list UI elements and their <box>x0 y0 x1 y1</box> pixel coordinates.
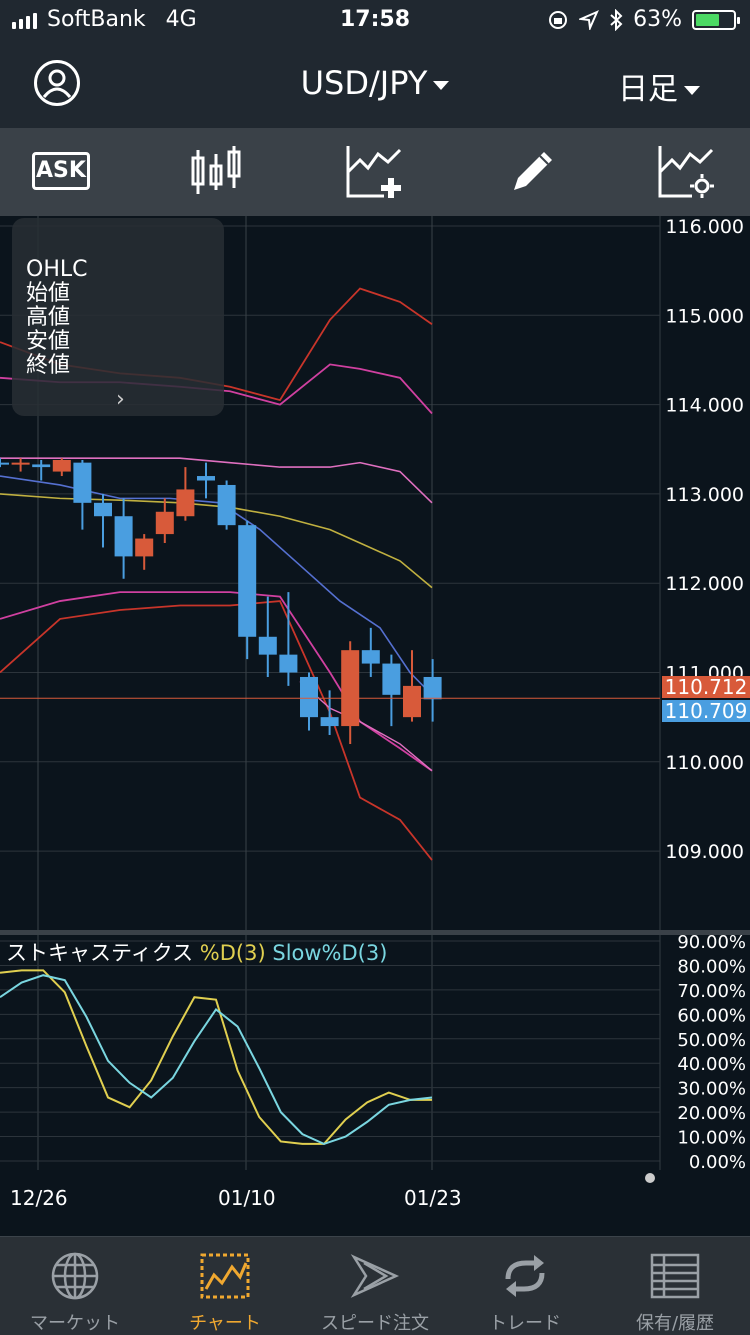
stochastic-slowd-label: Slow%D(3) <box>272 941 388 965</box>
chevron-right-icon: › <box>116 387 125 412</box>
y-tick-label: 113.000 <box>665 484 744 506</box>
tab-speed-order[interactable]: スピード注文 <box>300 1237 450 1335</box>
tab-label: 保有/履歴 <box>635 1313 715 1334</box>
battery-percent: 63% <box>633 7 682 32</box>
stochastic-y-tick-label: 60.00% <box>677 1005 746 1026</box>
candlestick-icon <box>191 146 241 194</box>
rotation-lock-icon <box>549 10 568 29</box>
y-tick-label: 109.000 <box>665 841 744 863</box>
location-icon <box>579 9 600 30</box>
chevron-down-icon <box>684 86 700 95</box>
x-tick-label: 01/23 <box>404 1186 462 1210</box>
page-indicator-dot <box>645 1173 655 1183</box>
tab-chart[interactable]: チャート <box>150 1237 300 1335</box>
stochastic-y-tick-label: 50.00% <box>677 1030 746 1051</box>
indicator-settings-button[interactable] <box>656 144 716 200</box>
candle-body <box>423 676 442 700</box>
stochastic-y-tick-label: 10.00% <box>677 1128 746 1149</box>
ohlc-low-label: 安値 <box>26 329 71 354</box>
speed-icon <box>350 1254 400 1298</box>
status-bar: SoftBank 4G 17:58 63% <box>0 0 750 40</box>
panel-divider <box>0 930 750 935</box>
chevron-down-icon <box>433 80 450 90</box>
tab-label: トレード <box>489 1313 561 1334</box>
stochastic-y-tick-label: 40.00% <box>677 1054 746 1075</box>
x-tick-label: 01/10 <box>218 1186 276 1210</box>
stochastic-legend: ストキャスティクス %D(3) Slow%D(3) <box>6 937 387 967</box>
battery-icon <box>692 9 740 30</box>
globe-icon <box>51 1252 99 1300</box>
chart-icon <box>200 1253 250 1299</box>
candle-body <box>176 489 195 517</box>
candle-body <box>32 464 51 468</box>
tab-label: スピード注文 <box>321 1313 429 1334</box>
add-indicator-icon <box>346 146 402 198</box>
add-indicator-button[interactable] <box>344 144 404 200</box>
candle-body <box>279 654 298 673</box>
tab-bar: マーケット チャート スピード注文 トレード 保有/履歴 <box>0 1236 750 1335</box>
tab-label: マーケット <box>30 1313 120 1334</box>
candle-body <box>114 516 133 557</box>
candle-body <box>341 650 360 727</box>
candle-body <box>217 484 236 526</box>
y-tick-label: 114.000 <box>665 395 744 417</box>
candle-body <box>382 663 401 695</box>
candle-body <box>238 525 257 637</box>
candle-body <box>11 462 30 465</box>
candle-body <box>197 476 215 481</box>
candle-body <box>361 650 380 664</box>
candle-body <box>320 717 339 727</box>
candle-body <box>73 462 92 503</box>
stochastic-y-tick-label: 70.00% <box>677 981 746 1002</box>
period-selector[interactable]: 日足 <box>618 64 700 108</box>
stochastic-d-line <box>0 969 432 1145</box>
stochastic-title: ストキャスティクス <box>6 941 194 965</box>
ask-price-tag: 110.709 <box>662 700 750 722</box>
ohlc-title: OHLC <box>26 257 88 282</box>
candle-body <box>135 538 154 557</box>
indicator-settings-icon <box>658 146 714 198</box>
y-tick-label: 116.000 <box>665 216 744 238</box>
chart-type-button[interactable] <box>186 144 246 200</box>
candle-body <box>0 462 9 465</box>
tab-positions-history[interactable]: 保有/履歴 <box>600 1237 750 1335</box>
ohlc-close-label: 終値 <box>26 353 71 378</box>
draw-tool-button[interactable] <box>504 144 564 200</box>
chart-toolbar: ASK <box>0 128 750 216</box>
tab-market[interactable]: マーケット <box>0 1237 150 1335</box>
pencil-icon <box>514 152 552 190</box>
stochastic-y-tick-label: 20.00% <box>677 1103 746 1124</box>
stochastic-y-tick-label: 30.00% <box>677 1079 746 1100</box>
stochastic-d-label: %D(3) <box>199 941 266 965</box>
y-tick-label: 112.000 <box>665 573 744 595</box>
candle-body <box>52 459 71 472</box>
y-tick-label: 115.000 <box>665 305 744 327</box>
candle-body <box>258 636 277 655</box>
stochastic-y-tick-label: 0.00% <box>689 1152 746 1173</box>
app-header: USD/JPY 日足 <box>0 40 750 128</box>
candle-body <box>403 685 421 718</box>
y-tick-label: 110.000 <box>665 752 744 774</box>
currency-pair-label: USD/JPY <box>300 64 428 102</box>
ohlc-high-label: 高値 <box>26 305 71 330</box>
stochastic-y-tick-label: 90.00% <box>677 932 746 953</box>
list-icon <box>650 1253 700 1299</box>
bluetooth-icon <box>610 8 623 31</box>
ohlc-panel[interactable]: OHLC 始値 高値 安値 終値 › <box>12 218 224 416</box>
tab-trade[interactable]: トレード <box>450 1237 600 1335</box>
candle-body <box>94 502 112 517</box>
trade-icon <box>505 1255 545 1297</box>
x-tick-label: 12/26 <box>10 1186 68 1210</box>
period-label: 日足 <box>618 72 678 107</box>
ohlc-open-label: 始値 <box>26 281 71 306</box>
candle-body <box>300 676 318 718</box>
candle-body <box>155 511 174 535</box>
bid-price-tag: 110.712 <box>662 676 750 698</box>
ask-toggle-button[interactable]: ASK <box>32 152 90 190</box>
stochastic-y-tick-label: 80.00% <box>677 956 746 977</box>
tab-label: チャート <box>189 1313 261 1334</box>
